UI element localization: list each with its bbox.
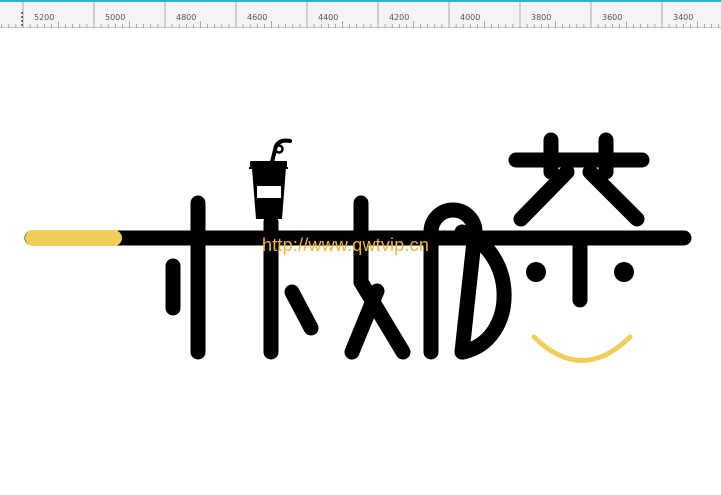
ruler-label: 4800	[176, 13, 197, 22]
cup-icon	[249, 144, 288, 219]
smile-icon	[531, 334, 633, 363]
ruler-label: 3400	[673, 13, 694, 22]
char-cha-stroke	[582, 164, 645, 227]
ruler-label: 4000	[460, 13, 481, 22]
ruler-label: 3800	[531, 13, 552, 22]
ruler-label: 4200	[389, 13, 410, 22]
logo-artwork	[24, 132, 692, 363]
char-cha-stroke	[513, 164, 575, 227]
watermark-text: http://www.qwtvip.cn	[262, 235, 430, 255]
ruler-label: 4600	[247, 13, 268, 22]
horizontal-ruler[interactable]: 5200 5000 4800 4600 4400 4200 4000 3800 …	[0, 2, 721, 28]
char-bei-stroke	[284, 284, 319, 336]
left-eye-dot	[526, 262, 546, 282]
ruler-label: 5200	[34, 13, 55, 22]
ruler-label: 4400	[318, 13, 339, 22]
design-canvas[interactable]: http://www.qwtvip.cn	[0, 29, 721, 495]
right-eye-dot	[614, 262, 634, 282]
ruler-label: 5000	[105, 13, 126, 22]
ruler-label: 3600	[602, 13, 623, 22]
